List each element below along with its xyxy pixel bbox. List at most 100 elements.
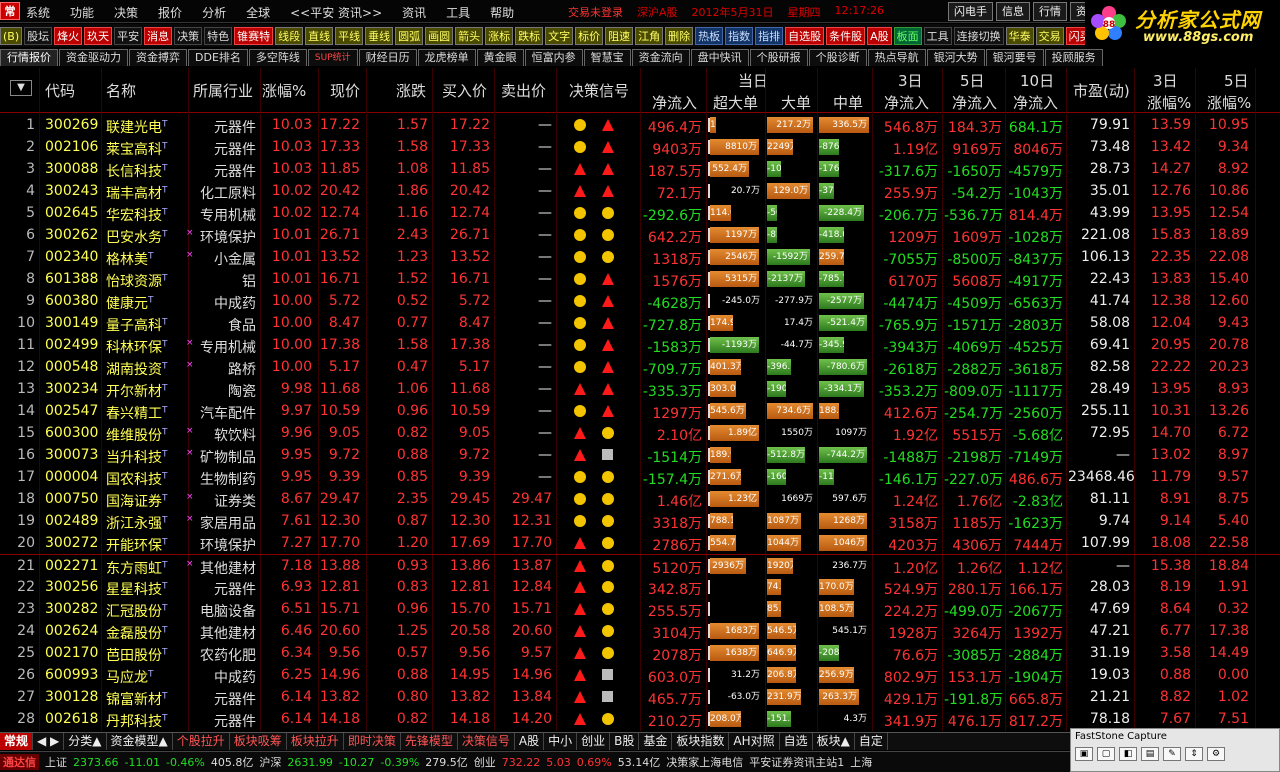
capture-window-icon[interactable]: ▣: [1075, 747, 1093, 761]
col-ask[interactable]: 卖出价: [501, 80, 546, 101]
function-tab[interactable]: 银河要号: [985, 49, 1044, 66]
bottom-tab[interactable]: 创业: [577, 733, 611, 750]
toolbar-button[interactable]: 线段: [275, 26, 304, 45]
function-tab[interactable]: 财经日历: [358, 49, 417, 66]
toolbar-button[interactable]: 涨标: [485, 26, 514, 45]
toolbar-button[interactable]: 决策: [174, 26, 203, 45]
toolbar-button[interactable]: 文字: [545, 26, 574, 45]
menu-item[interactable]: 全球: [246, 4, 270, 21]
toolbar-button[interactable]: 条件股: [826, 26, 866, 45]
function-tab[interactable]: 盘中快讯: [690, 49, 749, 66]
col-10d-net[interactable]: 净流入: [1013, 92, 1058, 113]
table-row[interactable]: 11 002499 科林环保T × 专用机械 10.00 17.38 1.58 17.38 — -…: [0, 334, 1280, 356]
bottom-tab[interactable]: A股: [515, 733, 545, 750]
server-msg-2[interactable]: 平安证券资讯主站1: [749, 754, 844, 770]
bottom-tab[interactable]: 资金模型▲: [107, 733, 173, 750]
function-tab[interactable]: 资金流向: [631, 49, 690, 66]
bottom-tab[interactable]: 板块拉升: [287, 733, 344, 750]
menu-item[interactable]: <<平安 资讯>>: [290, 4, 382, 21]
app-logo[interactable]: 常: [0, 2, 20, 20]
col-net-inflow[interactable]: 净流入: [652, 92, 697, 113]
toolbar-button[interactable]: 圆弧: [395, 26, 424, 45]
capture-full-icon[interactable]: ▤: [1141, 747, 1159, 761]
menu-item[interactable]: 决策: [114, 4, 138, 21]
toolbar-button[interactable]: 工具: [923, 26, 952, 45]
bottom-tab[interactable]: 个股拉升: [173, 733, 230, 750]
bottom-tab[interactable]: 中小: [544, 733, 578, 750]
capture-region-icon[interactable]: ◧: [1119, 747, 1137, 761]
table-row[interactable]: 13 300234 开尔新材T 陶瓷 9.98 11.68 1.06 11.68 — -335.3…: [0, 378, 1280, 400]
capture-scroll-icon[interactable]: ⇕: [1185, 747, 1203, 761]
table-row[interactable]: 26 600993 马应龙T 中成药 6.25 14.96 0.88 14.95 14.96 60…: [0, 664, 1280, 686]
toolbar-button[interactable]: 指数: [725, 26, 754, 45]
menu-item[interactable]: 资讯: [402, 4, 426, 21]
toolbar-button[interactable]: 烽火: [54, 26, 83, 45]
table-row[interactable]: 7 002340 格林美T × 小金属 10.01 13.52 1.23 13.52 — 1318…: [0, 246, 1280, 268]
col-industry[interactable]: 所属行业: [193, 80, 253, 101]
bottom-tab[interactable]: ◀ ▶: [33, 733, 65, 750]
function-tab[interactable]: 个股诊断: [808, 49, 867, 66]
toolbar-button[interactable]: 闪买: [1065, 26, 1085, 45]
toolbar-button[interactable]: 垂线: [365, 26, 394, 45]
bottom-tab[interactable]: 决策信号: [458, 733, 515, 750]
toolbar-button[interactable]: 热板: [695, 26, 724, 45]
table-row[interactable]: 1 300269 联建光电T 元器件 10.03 17.22 1.57 17.22 — 496.4…: [0, 114, 1280, 136]
menu-item[interactable]: 报价: [158, 4, 182, 21]
function-tab[interactable]: 黄金眼: [476, 49, 524, 66]
toolbar-button[interactable]: 华泰: [1005, 26, 1034, 45]
toolbar-button[interactable]: 箭头: [455, 26, 484, 45]
toolbar-button[interactable]: A股: [867, 26, 892, 45]
toolbar-button[interactable]: 锥赛特: [234, 26, 274, 45]
toolbar-button[interactable]: 自选股: [785, 26, 825, 45]
table-row[interactable]: 10 300149 量子高科T 食品 10.00 8.47 0.77 8.47 — -727.8万…: [0, 312, 1280, 334]
table-row[interactable]: 22 300256 星星科技T 元器件 6.93 12.81 0.83 12.81 12.84 3…: [0, 576, 1280, 598]
table-row[interactable]: 12 000548 湖南投资T × 路桥 10.00 5.17 0.47 5.17 — -709.…: [0, 356, 1280, 378]
table-row[interactable]: 20 300272 开能环保T 环境保护 7.27 17.70 1.20 17.69 17.70…: [0, 532, 1280, 554]
toolbar-button[interactable]: 指排: [755, 26, 784, 45]
toolbar-button[interactable]: 直线: [305, 26, 334, 45]
function-tab[interactable]: 银河大势: [926, 49, 985, 66]
bottom-tab[interactable]: AH对照: [729, 733, 780, 750]
bottom-tab[interactable]: 先锋模型: [401, 733, 458, 750]
toolbar-button[interactable]: 阻速: [605, 26, 634, 45]
table-row[interactable]: 24 002624 金磊股份T 其他建材 6.46 20.60 1.25 20.58 20.60…: [0, 620, 1280, 642]
toolbar-button[interactable]: 平安: [114, 26, 143, 45]
col-3d-change[interactable]: 涨幅%: [1147, 92, 1191, 113]
top-button[interactable]: 闪电手: [948, 2, 993, 21]
toolbar-button[interactable]: 板面: [893, 26, 922, 45]
table-row[interactable]: 23 300282 汇冠股份T 电脑设备 6.51 15.71 0.96 15.70 15.71…: [0, 598, 1280, 620]
toolbar-button[interactable]: 删除: [665, 26, 694, 45]
table-row[interactable]: 14 002547 春兴精工T 汽车配件 9.97 10.59 0.96 10.59 — 1297…: [0, 400, 1280, 422]
menu-item[interactable]: 系统: [26, 4, 50, 21]
toolbar-button[interactable]: 江角: [635, 26, 664, 45]
table-row[interactable]: 25 002170 芭田股份T 农药化肥 6.34 9.56 0.57 9.56 9.57 207…: [0, 642, 1280, 664]
capture-settings-icon[interactable]: ⚙: [1207, 747, 1225, 761]
table-row[interactable]: 2 002106 莱宝高科T 元器件 10.03 17.33 1.58 17.33 — 9403万…: [0, 136, 1280, 158]
function-tab[interactable]: 行情报价: [0, 49, 58, 66]
col-5d-net[interactable]: 净流入: [952, 92, 997, 113]
toolbar-button[interactable]: 标价: [575, 26, 604, 45]
function-tab[interactable]: DDE排名: [188, 49, 248, 66]
table-row[interactable]: 28 002618 丹邦科技T 元器件 6.14 14.18 0.82 14.18 14.20 2…: [0, 708, 1280, 730]
table-row[interactable]: 21 002271 东方雨虹T × 其他建材 7.18 13.88 0.93 13.86 13.…: [0, 554, 1280, 577]
menu-item[interactable]: 分析: [202, 4, 226, 21]
table-row[interactable]: 17 000004 国农科技T 生物制药 9.95 9.39 0.85 9.39 — -157.4…: [0, 466, 1280, 488]
col-mid[interactable]: 中单: [833, 92, 863, 113]
table-row[interactable]: 8 601388 怡球资源T 铝 10.01 16.71 1.52 16.71 — 1576万 53…: [0, 268, 1280, 290]
bottom-tab[interactable]: 基金: [639, 733, 673, 750]
toolbar-button[interactable]: 特色: [204, 26, 233, 45]
menu-item[interactable]: 工具: [446, 4, 470, 21]
col-name[interactable]: 名称: [106, 80, 136, 101]
capture-freehand-icon[interactable]: ✎: [1163, 747, 1181, 761]
function-tab[interactable]: 多空阵线: [248, 49, 307, 66]
function-tab[interactable]: SUP统计: [307, 49, 358, 66]
status-brand[interactable]: 通达信: [0, 754, 39, 770]
function-tab[interactable]: 恒富内参: [524, 49, 583, 66]
col-code[interactable]: 代码: [45, 80, 75, 101]
function-tab[interactable]: 资金搏弈: [129, 49, 187, 66]
toolbar-button[interactable]: 交易: [1035, 26, 1064, 45]
function-tab[interactable]: 热点导航: [867, 49, 926, 66]
bottom-tab[interactable]: 即时决策: [344, 733, 401, 750]
top-button[interactable]: 信息: [996, 2, 1030, 21]
col-super-big[interactable]: 超大单: [713, 92, 758, 113]
